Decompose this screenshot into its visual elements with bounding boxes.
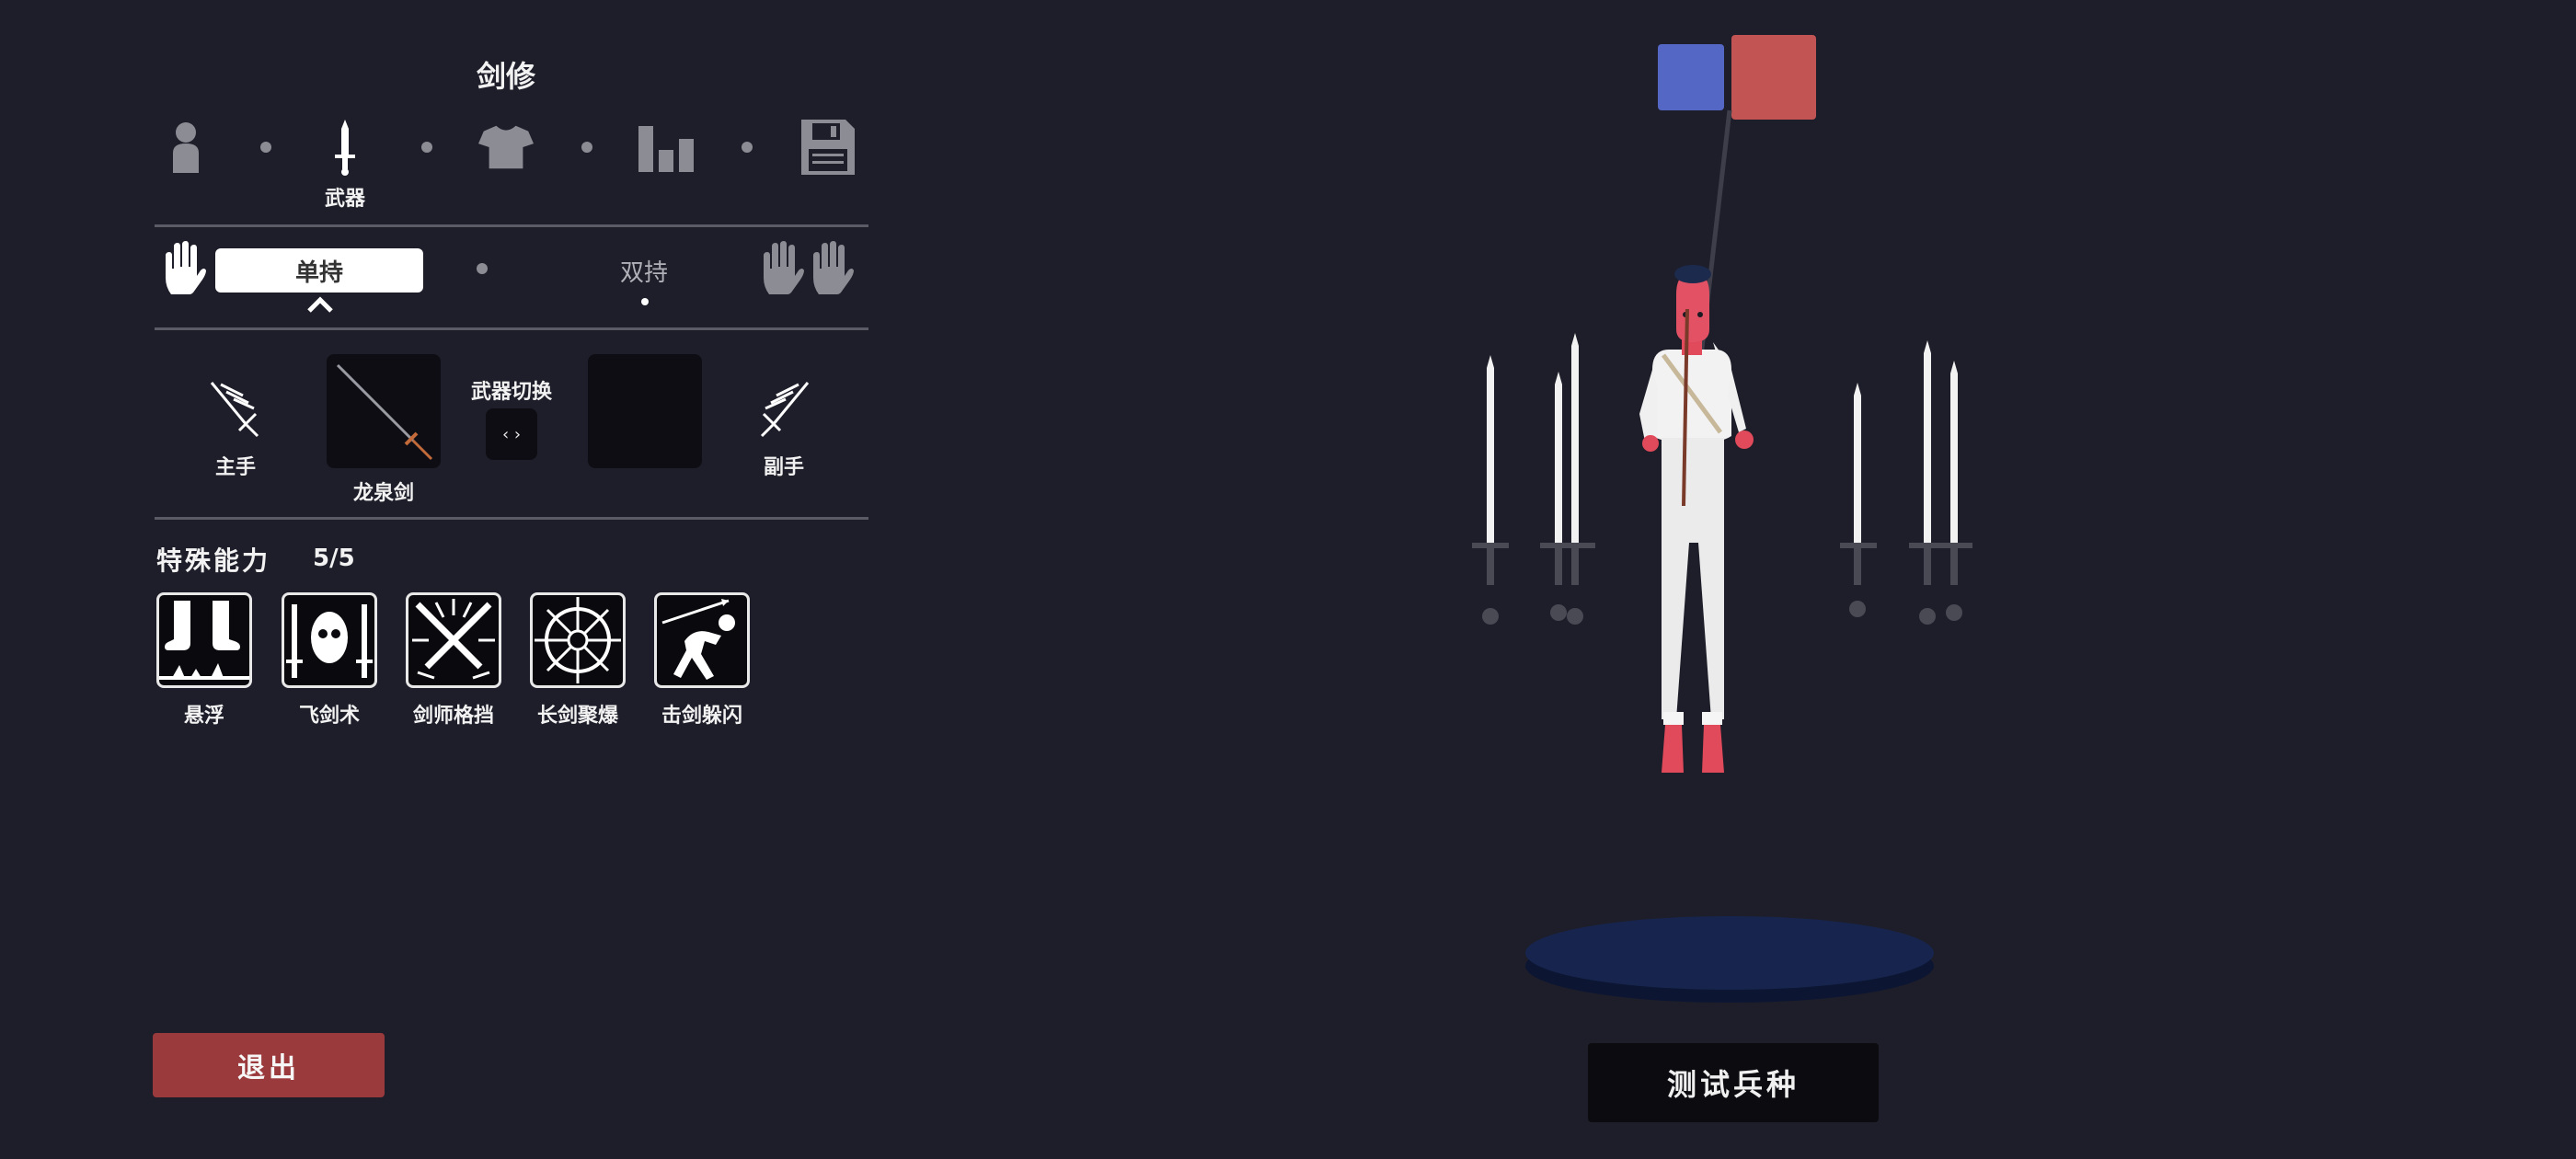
main-hand-sword-icon bbox=[206, 379, 265, 442]
floppy-disk-icon[interactable] bbox=[800, 118, 856, 177]
off-hand-label: 副手 bbox=[763, 456, 804, 479]
abilities-count: 5/5 bbox=[313, 545, 355, 572]
test-unit-button[interactable]: 测试兵种 bbox=[1588, 1043, 1879, 1122]
ability-label: 悬浮 bbox=[183, 705, 224, 728]
off-hand-weapon-slot[interactable] bbox=[588, 354, 702, 468]
two-hands-icon bbox=[760, 241, 857, 300]
crossed-swords-icon bbox=[412, 599, 495, 680]
sword-icon[interactable] bbox=[317, 118, 373, 177]
dual-grip-indicator bbox=[641, 298, 649, 305]
unit-name: 剑修 bbox=[476, 59, 535, 94]
main-weapon-name: 龙泉剑 bbox=[352, 482, 414, 505]
hand-icon bbox=[162, 241, 206, 300]
ability-flying-sword[interactable] bbox=[282, 592, 377, 688]
ability-label: 剑师格挡 bbox=[412, 705, 494, 728]
divider bbox=[155, 517, 868, 520]
ability-blade-parry[interactable] bbox=[406, 592, 501, 688]
divider bbox=[155, 224, 868, 227]
tab-separator-dot bbox=[581, 142, 592, 153]
person-icon[interactable] bbox=[158, 118, 213, 177]
weapon-swap-button[interactable]: ‹ › bbox=[486, 408, 537, 460]
ability-label: 飞剑术 bbox=[298, 705, 360, 728]
dual-grip-button[interactable]: 双持 bbox=[589, 254, 699, 288]
bar-chart-icon[interactable] bbox=[638, 118, 694, 177]
flying-sword-icon bbox=[286, 604, 373, 678]
off-hand-sword-icon bbox=[754, 379, 813, 442]
fencing-dodge-icon bbox=[661, 599, 735, 680]
ability-label: 长剑聚爆 bbox=[536, 705, 618, 728]
levitate-icon bbox=[159, 601, 249, 680]
weapon-swap-label: 武器切换 bbox=[470, 381, 552, 404]
tab-separator-dot bbox=[742, 142, 753, 153]
unit-preview bbox=[1472, 109, 1972, 1003]
grip-separator-dot bbox=[477, 263, 488, 274]
tab-separator-dot bbox=[421, 142, 432, 153]
ability-fencing-dodge[interactable] bbox=[654, 592, 750, 688]
tab-weapon-label: 武器 bbox=[324, 188, 365, 211]
exit-button[interactable]: 退出 bbox=[153, 1033, 385, 1097]
ability-label: 击剑躲闪 bbox=[661, 705, 742, 728]
ability-blade-burst[interactable] bbox=[530, 592, 626, 688]
tab-separator-dot bbox=[260, 142, 271, 153]
single-grip-button[interactable]: 单持 bbox=[215, 248, 423, 293]
ability-levitate[interactable] bbox=[156, 592, 252, 688]
shirt-icon[interactable] bbox=[478, 118, 534, 177]
abilities-header: 特殊能力 bbox=[156, 545, 271, 576]
blade-burst-icon bbox=[535, 597, 621, 683]
main-hand-label: 主手 bbox=[214, 456, 256, 479]
longquan-sword-icon bbox=[336, 363, 433, 461]
chevron-up-icon bbox=[307, 296, 333, 316]
divider bbox=[155, 327, 868, 330]
main-hand-weapon-slot[interactable] bbox=[327, 354, 441, 468]
